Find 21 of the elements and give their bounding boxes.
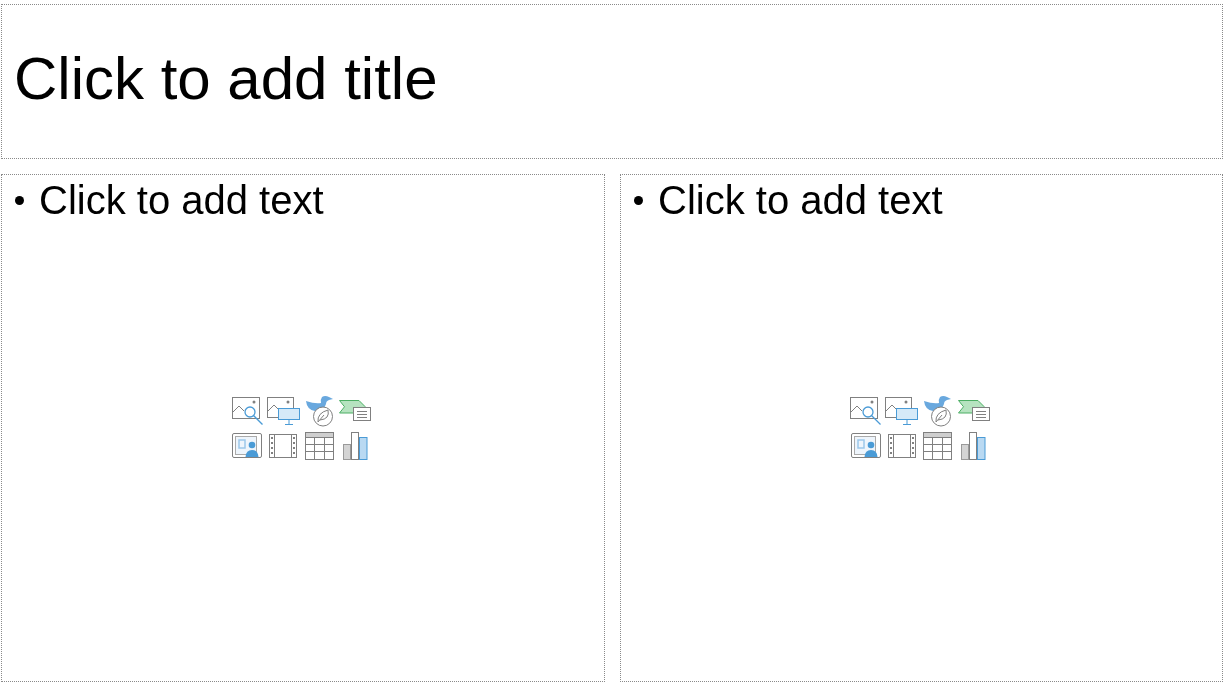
picture-magnifier-icon[interactable]	[850, 396, 881, 425]
chevron-card-icon[interactable]	[957, 400, 990, 421]
picture-monitor-icon[interactable]	[885, 396, 918, 425]
bullet-icon	[15, 195, 24, 205]
chevron-card-icon[interactable]	[339, 400, 371, 421]
picture-magnifier-icon[interactable]	[231, 396, 263, 425]
bar-chart-icon[interactable]	[961, 431, 986, 460]
picture-monitor-icon[interactable]	[266, 396, 300, 425]
bullet-placeholder-text[interactable]: Click to add text	[658, 177, 943, 223]
bar-chart-icon[interactable]	[342, 431, 368, 460]
table-icon[interactable]	[304, 431, 334, 460]
title-placeholder-text[interactable]: Click to add title	[14, 45, 438, 112]
bullet-placeholder-text[interactable]: Click to add text	[39, 177, 324, 223]
person-frame-icon[interactable]	[850, 433, 881, 458]
person-frame-icon[interactable]	[232, 433, 262, 458]
film-strip-icon[interactable]	[887, 433, 916, 458]
bullet-icon	[634, 195, 643, 205]
table-icon[interactable]	[923, 431, 952, 460]
bird-leaf-icon[interactable]	[923, 394, 952, 427]
film-strip-icon[interactable]	[269, 433, 297, 458]
bird-leaf-icon[interactable]	[304, 394, 334, 427]
